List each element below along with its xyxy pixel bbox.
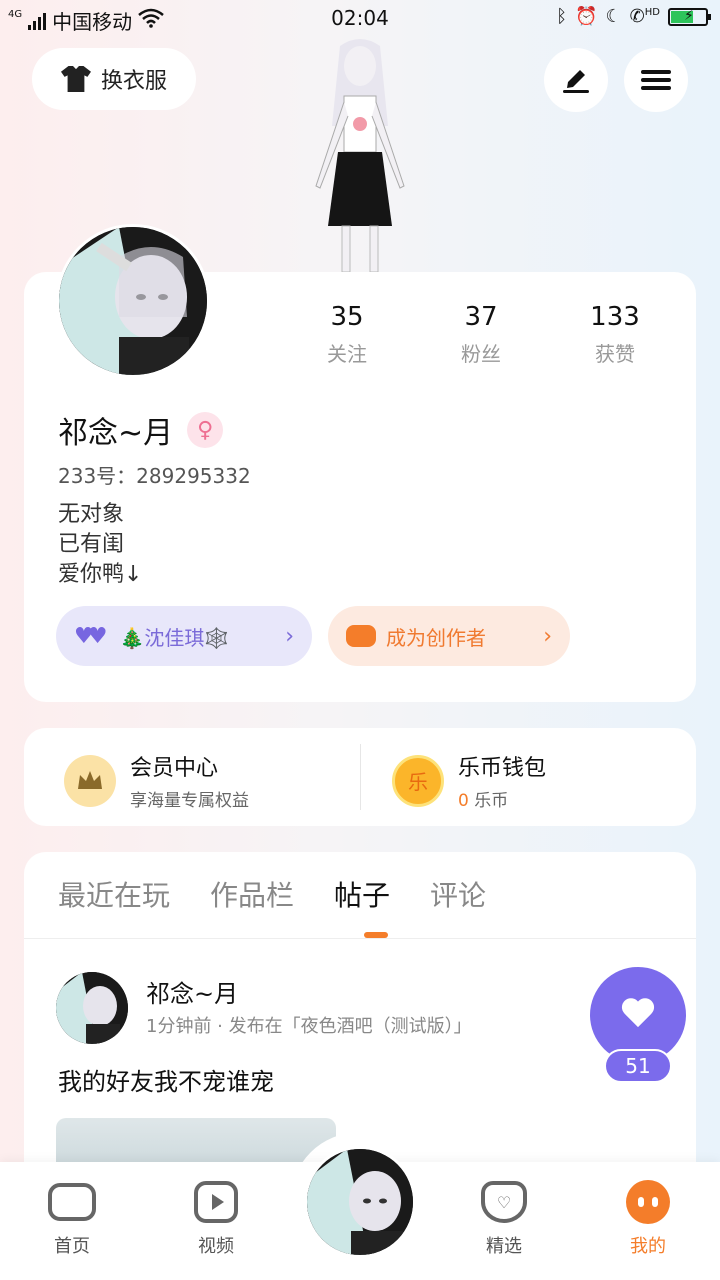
post-text[interactable]: 我的好友我不宠谁宠 [58, 1062, 274, 1097]
profile-bio: 无对象 已有闺 爱你鸭↓ [58, 500, 142, 590]
nav-me-label: 我的 [630, 1236, 666, 1257]
play-icon [194, 1181, 238, 1223]
female-icon: ♀ [187, 412, 224, 448]
coin-icon: 乐 [392, 754, 444, 807]
menu-button[interactable] [624, 48, 688, 112]
hd-call-icon: ✆HD [629, 6, 660, 27]
profile-name-row: 祁念~月 ♀ [58, 408, 224, 452]
status-right: ᛒ ⏰ ☾ ✆HD ⚡ [556, 6, 711, 27]
wallet-balance: 0 [458, 791, 469, 811]
chevron-right-icon: › [543, 623, 552, 649]
crown-icon [64, 754, 116, 807]
nav-me[interactable]: 我的 [598, 1180, 698, 1258]
nav-home-label: 首页 [54, 1236, 90, 1257]
heart-box-icon: ♡ [481, 1181, 527, 1223]
stat-followers[interactable]: 37 粉丝 [414, 302, 548, 367]
bluetooth-icon: ᛒ [556, 6, 568, 27]
profile-tabs: 最近在玩 作品栏 帖子 评论 [58, 874, 486, 914]
double-heart-icon: ♥♥ [74, 623, 108, 649]
smile-icon [626, 1180, 670, 1224]
wallet-unit: 乐币 [474, 791, 509, 811]
status-bar: 4G 中国移动 02:04 ᛒ ⏰ ☾ ✆HD ⚡ [0, 0, 720, 36]
divider [360, 744, 361, 810]
shirt-icon [60, 66, 91, 92]
vip-subtitle: 享海量专属权益 [130, 791, 249, 811]
likes-label: 获赞 [595, 342, 635, 366]
friend-tag-label: 🎄沈佳琪🕸️ [119, 625, 230, 650]
likes-count: 133 [590, 302, 640, 332]
alarm-icon: ⏰ [575, 6, 598, 27]
moon-icon: ☾ [605, 6, 622, 27]
bio-line: 已有闺 [58, 532, 125, 557]
like-count: 51 [604, 1049, 672, 1083]
profile-avatar[interactable] [56, 224, 210, 378]
edit-button[interactable] [544, 48, 608, 112]
heart-icon [621, 999, 655, 1031]
profile-name: 祁念~月 [58, 416, 174, 451]
post-author-name[interactable]: 祁念~月 [146, 974, 238, 1009]
divider [24, 938, 696, 939]
followers-count: 37 [464, 302, 498, 332]
gamepad-icon [346, 625, 376, 647]
post-author-avatar[interactable] [56, 972, 128, 1044]
nav-featured[interactable]: ♡ 精选 [454, 1180, 554, 1258]
vip-center[interactable]: 会员中心 享海量专属权益 [64, 750, 249, 811]
followers-label: 粉丝 [461, 342, 501, 366]
nav-video-label: 视频 [198, 1236, 234, 1257]
stat-following[interactable]: 35 关注 [280, 302, 414, 367]
coin-wallet[interactable]: 乐 乐币钱包 0 乐币 [392, 750, 546, 811]
nav-video[interactable]: 视频 [166, 1180, 266, 1258]
wallet-subtitle: 0 乐币 [458, 786, 546, 811]
wardrobe-label: 换衣服 [100, 69, 167, 94]
menu-icon [641, 66, 671, 94]
bio-line: 无对象 [58, 502, 125, 527]
become-creator-label: 成为创作者 [386, 625, 486, 650]
wardrobe-button[interactable]: 换衣服 [32, 48, 196, 110]
nav-featured-label: 精选 [486, 1236, 522, 1257]
become-creator-button[interactable]: 成为创作者 › [328, 606, 570, 666]
battery-icon: ⚡ [668, 7, 711, 26]
tab-posts[interactable]: 帖子 [334, 874, 390, 914]
avatar-character[interactable] [296, 36, 424, 273]
tab-comments[interactable]: 评论 [430, 874, 486, 914]
user-id[interactable]: 233号：289295332 [58, 460, 251, 489]
vip-title: 会员中心 [130, 756, 219, 781]
following-count: 35 [330, 302, 364, 332]
chevron-right-icon: › [285, 623, 294, 649]
tab-recently-played[interactable]: 最近在玩 [58, 874, 170, 914]
bio-line: 爱你鸭↓ [58, 562, 143, 587]
wallet-title: 乐币钱包 [458, 756, 547, 781]
nav-center-avatar[interactable] [304, 1146, 416, 1258]
pencil-icon [560, 62, 592, 98]
post-meta[interactable]: 1分钟前 · 发布在「夜色酒吧（测试版）」 [146, 1012, 472, 1038]
tab-works[interactable]: 作品栏 [210, 874, 294, 914]
gamepad-icon [48, 1183, 96, 1221]
friend-tag-button[interactable]: ♥♥ 🎄沈佳琪🕸️ › [56, 606, 312, 666]
profile-stats: 35 关注 37 粉丝 133 获赞 [280, 302, 700, 367]
nav-home[interactable]: 首页 [22, 1180, 122, 1258]
stat-likes[interactable]: 133 获赞 [548, 302, 682, 367]
member-card: 会员中心 享海量专属权益 乐 乐币钱包 0 乐币 [24, 728, 696, 826]
following-label: 关注 [327, 342, 367, 366]
